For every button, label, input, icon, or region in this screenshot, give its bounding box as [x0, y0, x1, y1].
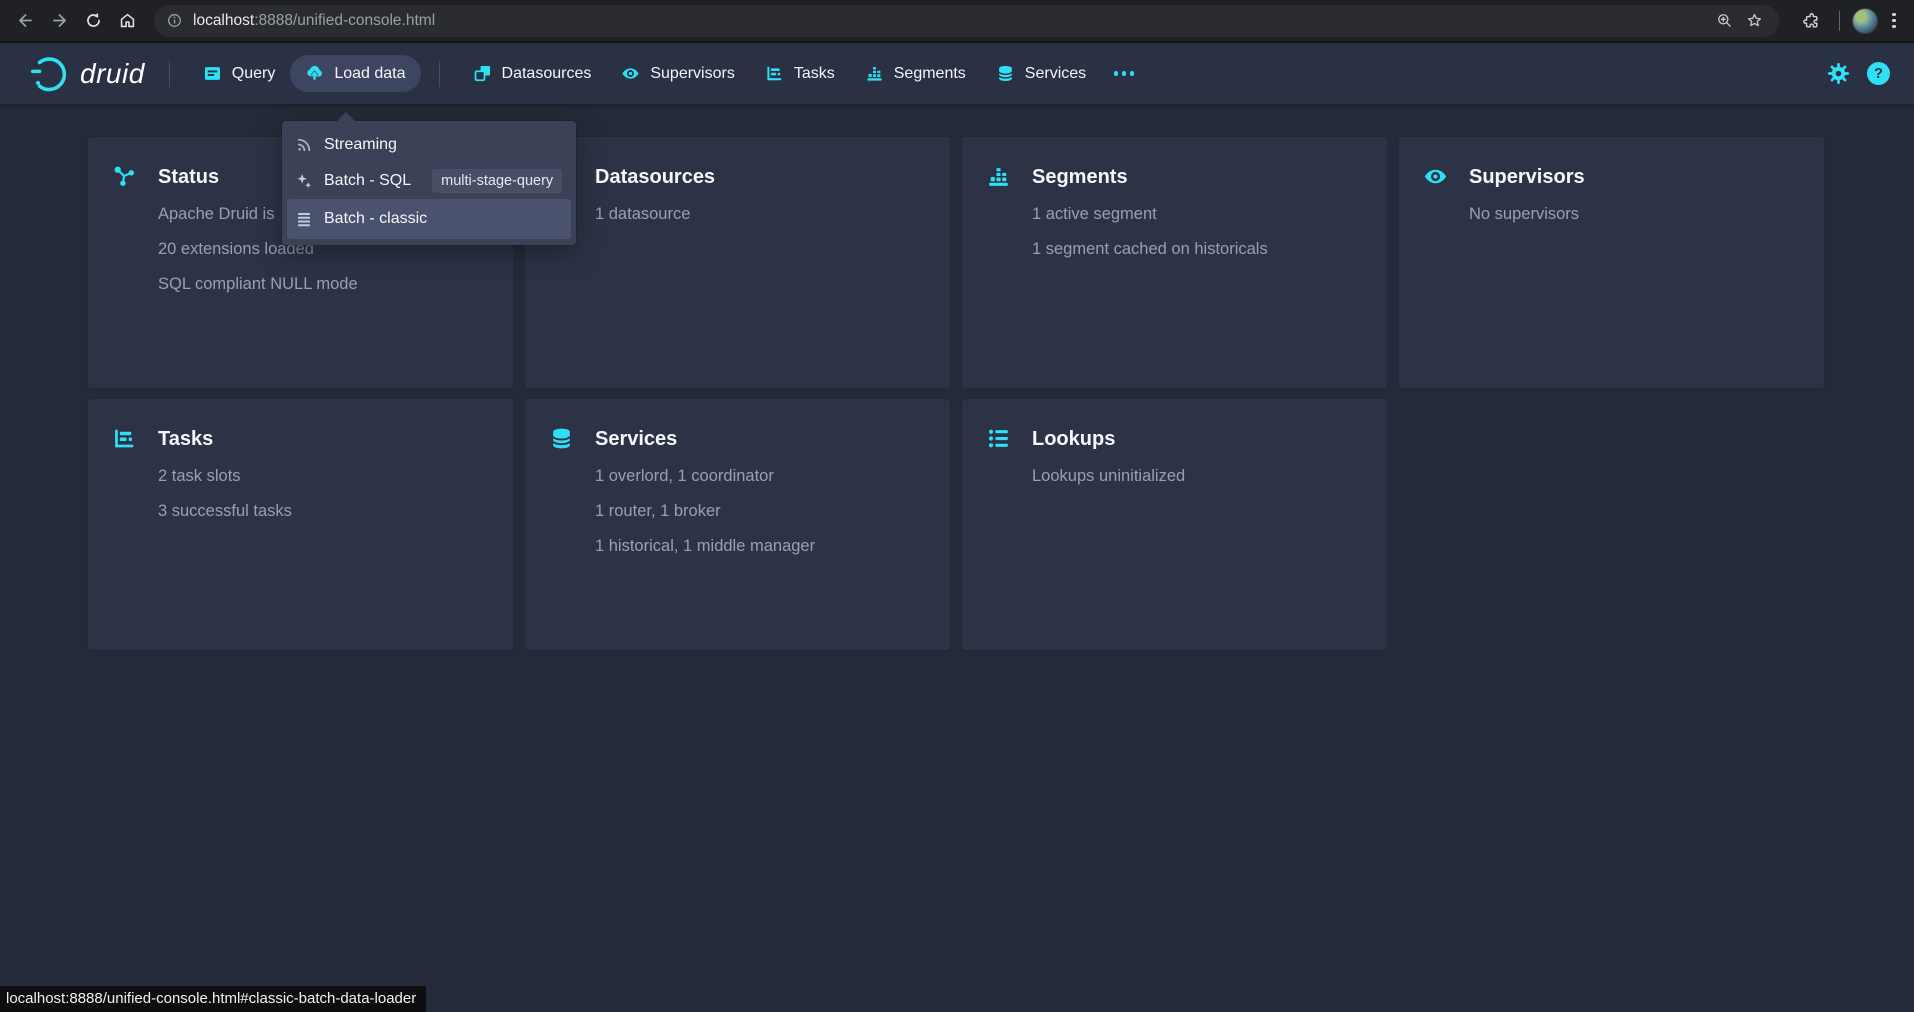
- help-button[interactable]: ?: [1867, 62, 1890, 85]
- link-status-bar: localhost:8888/unified-console.html#clas…: [0, 986, 426, 1012]
- nav-more-button[interactable]: [1101, 61, 1147, 85]
- sparkles-icon: [295, 172, 313, 190]
- card-title: Tasks: [158, 426, 489, 452]
- card-title: Lookups: [1032, 426, 1363, 452]
- stacked-bars-icon: [986, 164, 1011, 189]
- card-line: 1 active segment: [1032, 203, 1363, 225]
- browser-menu-button[interactable]: [1884, 13, 1904, 28]
- settings-gear-icon[interactable]: [1827, 62, 1850, 85]
- menu-item-label: Batch - SQL: [324, 172, 411, 190]
- toolbar-divider: [1839, 11, 1840, 31]
- nav-item-query[interactable]: Query: [188, 55, 291, 92]
- graph-icon: [112, 164, 137, 189]
- druid-logo-icon: [28, 53, 70, 95]
- nav-item-label: Datasources: [502, 65, 592, 83]
- msq-tag: multi-stage-query: [432, 169, 562, 193]
- card-line: 1 datasource: [595, 203, 926, 225]
- card-line: 1 overlord, 1 coordinator: [595, 465, 926, 487]
- card-line: 1 router, 1 broker: [595, 500, 926, 522]
- cloud-upload-icon: [305, 64, 324, 83]
- eye-icon: [621, 64, 640, 83]
- bookmark-button[interactable]: [1739, 6, 1769, 36]
- stacked-bars-icon: [865, 64, 884, 83]
- refresh-button[interactable]: [76, 4, 110, 38]
- zoom-magnifier-icon: [1716, 12, 1733, 29]
- puzzle-icon: [1801, 11, 1820, 30]
- nav-item-tasks[interactable]: Tasks: [750, 55, 850, 92]
- forward-icon: [50, 11, 69, 30]
- menu-item-batch-sql[interactable]: Batch - SQL multi-stage-query: [287, 163, 571, 199]
- star-icon: [1746, 12, 1763, 29]
- card-title: Supervisors: [1469, 164, 1800, 190]
- menu-item-streaming[interactable]: Streaming: [287, 127, 571, 163]
- forward-button[interactable]: [42, 4, 76, 38]
- nav-item-label: Segments: [894, 65, 966, 83]
- browser-toolbar: localhost:8888/unified-console.html: [0, 0, 1914, 43]
- url-text: localhost:8888/unified-console.html: [193, 12, 435, 30]
- card-line: Lookups uninitialized: [1032, 465, 1363, 487]
- menu-item-label: Batch - classic: [324, 210, 427, 228]
- database-icon: [996, 64, 1015, 83]
- druid-header: druid Query Load data Datasources Superv…: [0, 43, 1914, 104]
- datasources-card[interactable]: Datasources 1 datasource: [525, 137, 950, 388]
- database-icon: [549, 426, 574, 451]
- menu-item-batch-classic[interactable]: Batch - classic: [287, 199, 571, 239]
- nav-item-label: Query: [232, 65, 276, 83]
- nav-item-load-data[interactable]: Load data: [290, 55, 420, 92]
- druid-logo[interactable]: druid: [28, 53, 151, 95]
- card-title: Services: [595, 426, 926, 452]
- nav-item-label: Services: [1025, 65, 1086, 83]
- profile-avatar[interactable]: [1852, 8, 1878, 34]
- properties-icon: [986, 426, 1011, 451]
- nav-item-label: Tasks: [794, 65, 835, 83]
- list-icon: [295, 210, 313, 228]
- home-icon: [118, 11, 137, 30]
- site-info-icon[interactable]: [166, 12, 183, 29]
- nav-divider: [439, 61, 440, 87]
- gantt-icon: [765, 64, 784, 83]
- card-line: 2 task slots: [158, 465, 489, 487]
- card-line: 3 successful tasks: [158, 500, 489, 522]
- feed-icon: [295, 136, 313, 154]
- url-bar[interactable]: localhost:8888/unified-console.html: [154, 5, 1779, 37]
- nav-divider: [169, 61, 170, 87]
- extensions-button[interactable]: [1793, 4, 1827, 38]
- segments-card[interactable]: Segments 1 active segment 1 segment cach…: [962, 137, 1387, 388]
- card-line: 1 historical, 1 middle manager: [595, 535, 926, 557]
- nav-item-services[interactable]: Services: [981, 55, 1101, 92]
- nav-item-datasources[interactable]: Datasources: [458, 55, 607, 92]
- back-icon: [16, 11, 35, 30]
- console-icon: [203, 64, 222, 83]
- nav-item-label: Load data: [334, 65, 405, 83]
- refresh-icon: [84, 11, 103, 30]
- menu-item-label: Streaming: [324, 136, 397, 154]
- help-label: ?: [1874, 65, 1883, 82]
- load-data-menu: Streaming Batch - SQL multi-stage-query …: [282, 121, 576, 245]
- more-icon: [1114, 71, 1118, 75]
- brand-name: druid: [80, 58, 151, 90]
- gantt-icon: [112, 426, 137, 451]
- stacked-panels-icon: [473, 64, 492, 83]
- lookups-card[interactable]: Lookups Lookups uninitialized: [962, 399, 1387, 650]
- eye-icon: [1423, 164, 1448, 189]
- nav-item-supervisors[interactable]: Supervisors: [606, 55, 749, 92]
- zoom-page-button[interactable]: [1709, 6, 1739, 36]
- card-title: Segments: [1032, 164, 1363, 190]
- supervisors-card[interactable]: Supervisors No supervisors: [1399, 137, 1824, 388]
- home-button[interactable]: [110, 4, 144, 38]
- nav-item-segments[interactable]: Segments: [850, 55, 981, 92]
- card-line: SQL compliant NULL mode: [158, 273, 489, 295]
- card-title: Datasources: [595, 164, 926, 190]
- card-line: 1 segment cached on historicals: [1032, 238, 1363, 260]
- tasks-card[interactable]: Tasks 2 task slots 3 successful tasks: [88, 399, 513, 650]
- back-button[interactable]: [8, 4, 42, 38]
- services-card[interactable]: Services 1 overlord, 1 coordinator 1 rou…: [525, 399, 950, 650]
- card-line: No supervisors: [1469, 203, 1800, 225]
- nav-item-label: Supervisors: [650, 65, 734, 83]
